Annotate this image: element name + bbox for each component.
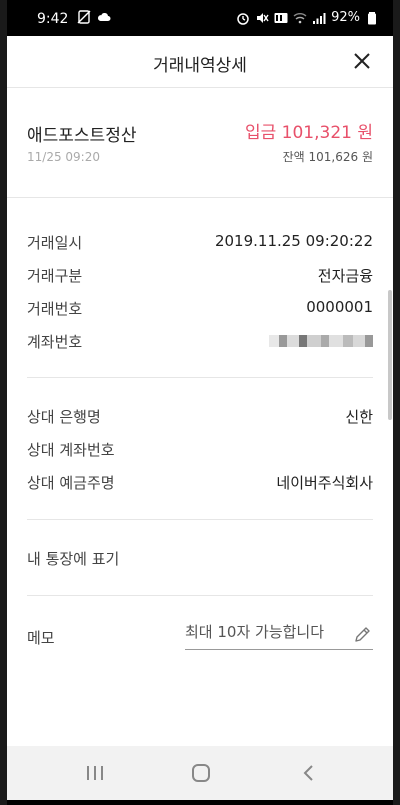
counterparty-label: 상대 예금주명 xyxy=(27,474,115,492)
home-icon[interactable] xyxy=(189,762,213,784)
detail-label: 계좌번호 xyxy=(27,333,83,351)
edge-panel-handle[interactable] xyxy=(388,290,392,420)
detail-label: 거래일시 xyxy=(27,234,83,252)
memo-field[interactable] xyxy=(185,618,373,650)
counterparty-value: 네이버주식회사 xyxy=(276,474,373,492)
recent-apps-icon[interactable] xyxy=(83,762,107,784)
no-sim-icon xyxy=(77,10,91,24)
counterparty-row-account: 상대 계좌번호 xyxy=(27,439,373,463)
status-bar: 9:42 92% xyxy=(7,0,393,36)
hd-voice-icon xyxy=(274,12,288,23)
detail-value: 전자금융 xyxy=(317,267,373,285)
wifi-icon xyxy=(293,12,307,23)
status-left-icons xyxy=(77,10,111,24)
transaction-summary: 애드포스트정산 11/25 09:20 입금 101,321 원 잔액 101,… xyxy=(7,88,393,198)
detail-row-datetime: 거래일시 2019.11.25 09:20:22 xyxy=(27,232,373,256)
mute-icon xyxy=(257,12,269,23)
navigation-bar xyxy=(7,746,393,800)
battery-icon xyxy=(368,11,376,24)
detail-value: 0000001 xyxy=(306,298,373,316)
deposit-amount: 입금 101,321 원 xyxy=(244,123,373,143)
page-title: 거래내역상세 xyxy=(153,56,247,76)
masked-account-number xyxy=(269,335,373,347)
counterparty-value: 신한 xyxy=(345,408,373,426)
passbook-label: 내 통장에 표기 xyxy=(27,550,120,568)
detail-row-type: 거래구분 전자금융 xyxy=(27,265,373,289)
close-icon[interactable] xyxy=(351,50,373,72)
alarm-icon xyxy=(237,12,249,25)
detail-label: 거래구분 xyxy=(27,267,83,285)
pencil-icon[interactable] xyxy=(353,624,373,644)
passbook-label-row[interactable]: 내 통장에 표기 xyxy=(27,548,373,572)
counterparty-label: 상대 계좌번호 xyxy=(27,441,115,459)
battery-percent: 92% xyxy=(331,10,360,25)
memo-input[interactable] xyxy=(185,623,345,641)
status-time: 9:42 xyxy=(37,11,69,27)
section-divider xyxy=(27,519,373,520)
back-icon[interactable] xyxy=(297,762,321,784)
signal-icon xyxy=(313,12,326,24)
counterparty-label: 상대 은행명 xyxy=(27,408,101,426)
merchant-name: 애드포스트정산 xyxy=(27,126,137,146)
header: 거래내역상세 xyxy=(7,36,393,88)
detail-value: 2019.11.25 09:20:22 xyxy=(214,232,373,250)
status-right-icons: 92% xyxy=(236,10,379,25)
cloud-icon xyxy=(97,13,111,21)
transaction-datetime: 11/25 09:20 xyxy=(27,150,100,164)
detail-row-number: 거래번호 0000001 xyxy=(27,298,373,322)
section-divider xyxy=(27,595,373,596)
counterparty-row-bank: 상대 은행명 신한 xyxy=(27,406,373,430)
detail-row-account: 계좌번호 xyxy=(27,331,373,355)
transaction-detail-screen: 거래내역상세 애드포스트정산 11/25 09:20 입금 101,321 원 … xyxy=(7,36,393,746)
balance-amount: 잔액 101,626 원 xyxy=(282,150,373,164)
memo-label: 메모 xyxy=(27,629,55,647)
counterparty-row-holder: 상대 예금주명 네이버주식회사 xyxy=(27,472,373,496)
detail-label: 거래번호 xyxy=(27,300,83,318)
section-divider xyxy=(27,377,373,378)
